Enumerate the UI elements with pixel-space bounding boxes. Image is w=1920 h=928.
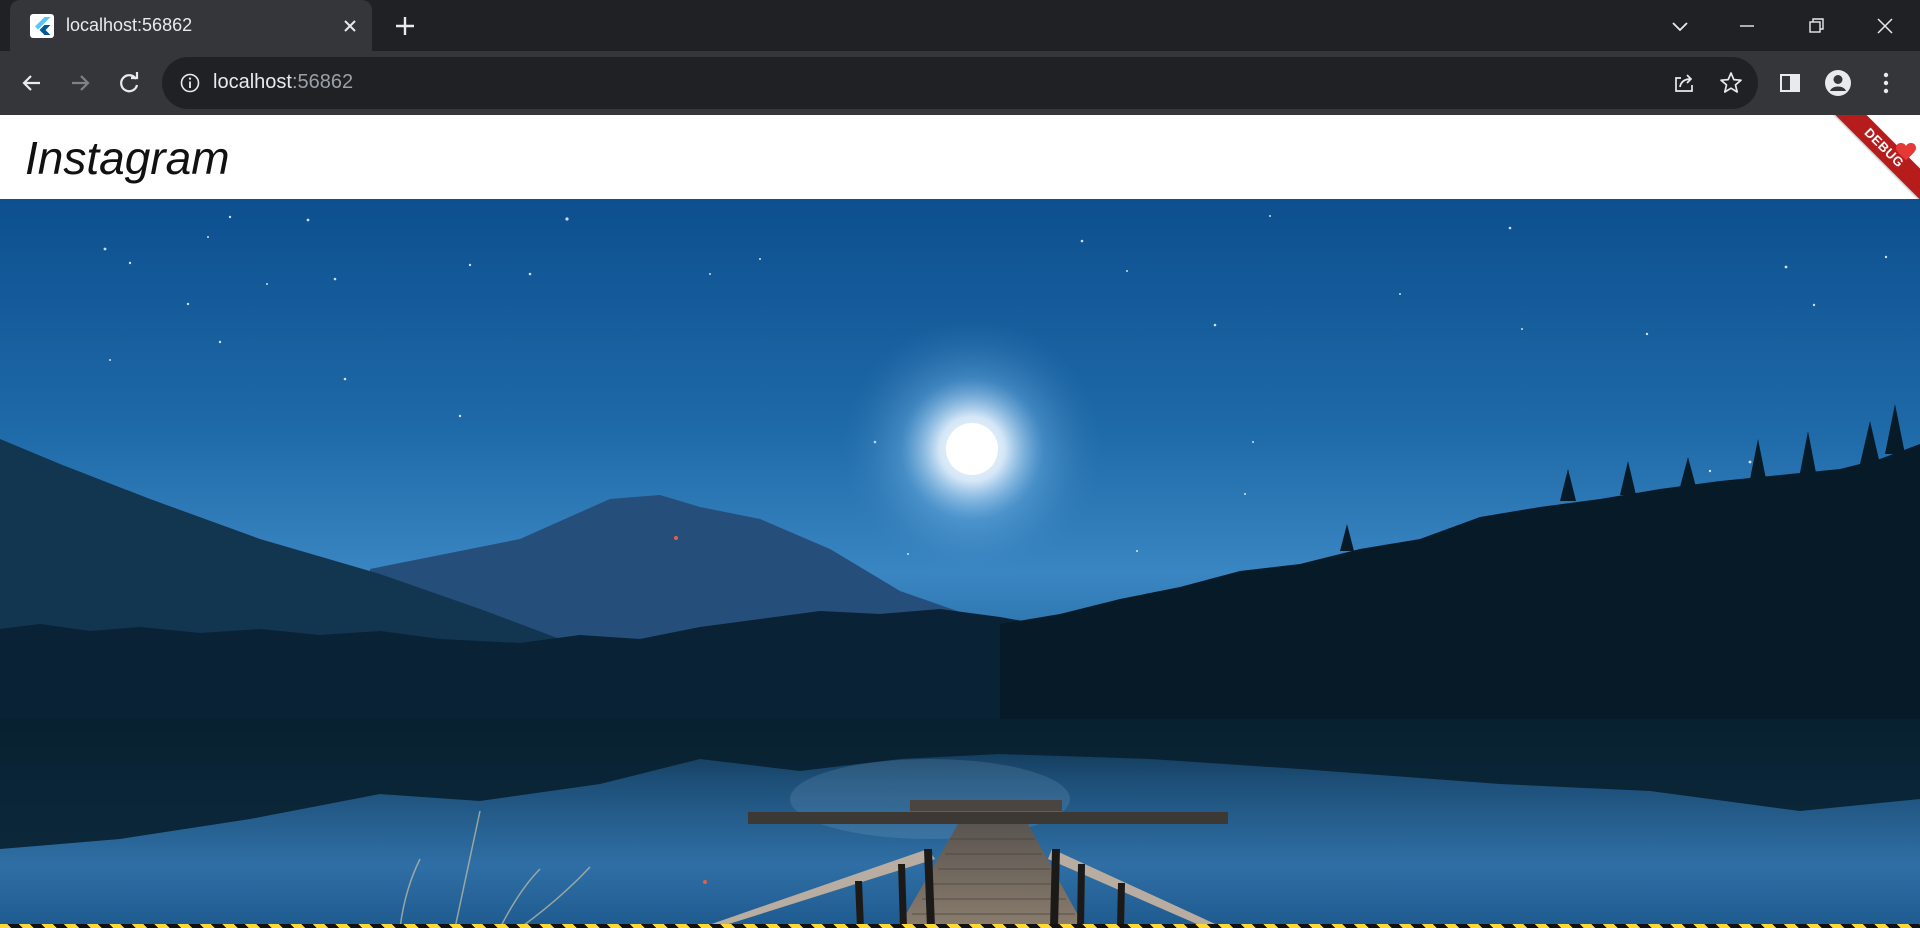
debug-banner: DEBUG [1830,115,1920,205]
share-icon[interactable] [1670,69,1698,97]
heart-icon [1896,143,1916,160]
profile-icon[interactable] [1822,67,1854,99]
side-panel-icon[interactable] [1774,67,1806,99]
url-host: localhost [213,71,292,93]
url-port: :56862 [291,71,354,93]
app-bar: Instagram [0,115,1920,199]
menu-icon[interactable] [1870,67,1902,99]
tab-search-icon[interactable] [1664,10,1696,42]
address-bar[interactable]: localhost:56862 [162,57,1758,109]
app-title: Instagram [25,132,230,184]
new-tab-icon[interactable] [392,13,418,39]
close-icon[interactable] [1869,10,1901,42]
lake-landscape-image [0,199,1920,928]
url-text: localhost:56862 [213,71,353,94]
star-icon[interactable] [1717,69,1745,97]
tab-strip: localhost:56862 [0,0,1920,51]
overflow-indicator [0,924,1920,928]
app-viewport: Instagram DEBUG [0,115,1920,928]
browser-toolbar: localhost:56862 [0,51,1920,166]
tab-title: localhost:56862 [66,15,193,35]
minimize-icon[interactable] [1731,10,1763,42]
reload-icon[interactable] [113,67,145,99]
tab-close-icon[interactable] [340,16,360,36]
info-icon[interactable] [178,71,202,95]
flutter-icon [30,14,54,38]
browser-tab[interactable]: localhost:56862 [10,0,372,51]
forward-icon[interactable] [64,67,96,99]
restore-icon[interactable] [1800,10,1832,42]
back-icon[interactable] [16,67,48,99]
post-image [0,199,1920,928]
